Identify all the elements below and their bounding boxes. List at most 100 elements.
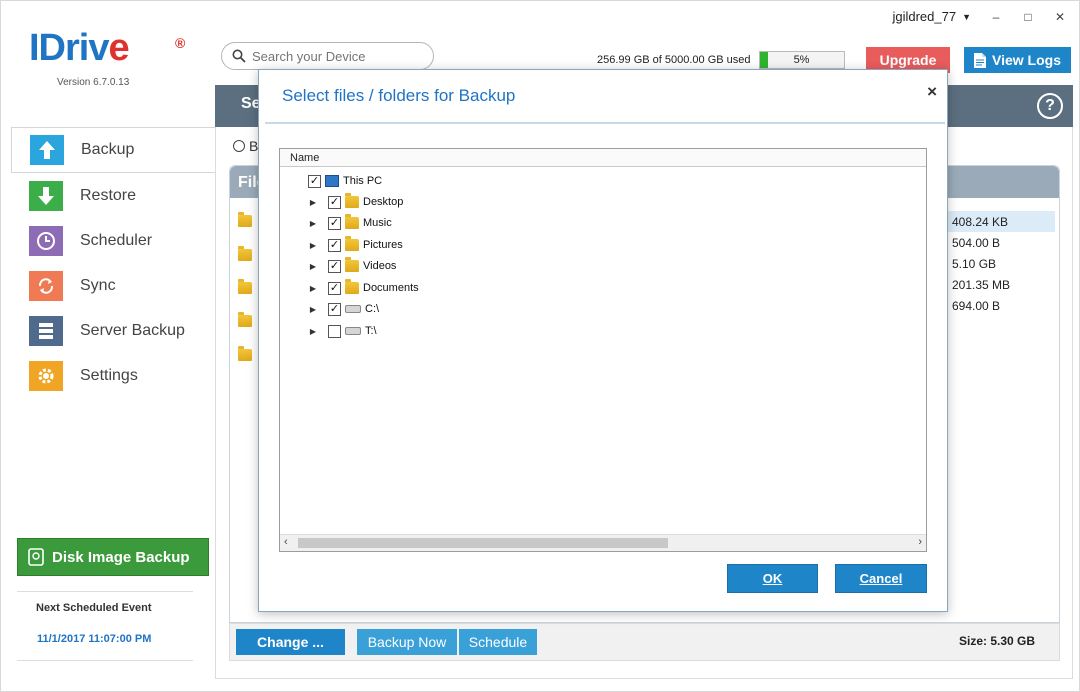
tree-item-videos[interactable]: ▶ ✓ Videos xyxy=(308,257,396,275)
settings-icon xyxy=(29,360,63,391)
scroll-right-icon[interactable]: › xyxy=(918,536,922,548)
tree-item-drive-c[interactable]: ▶ ✓ C:\ xyxy=(308,300,379,318)
scrollbar-thumb[interactable] xyxy=(298,538,668,548)
tree-item-label: Music xyxy=(363,217,392,229)
tree-item-music[interactable]: ▶ ✓ Music xyxy=(308,214,392,232)
folder-icon xyxy=(238,312,252,327)
chevron-down-icon: ▼ xyxy=(962,11,971,22)
column-header-name[interactable]: Name xyxy=(280,149,926,167)
folder-icon xyxy=(345,193,359,208)
minimize-button[interactable]: – xyxy=(989,10,1003,24)
divider xyxy=(17,591,193,592)
sidebar-item-settings[interactable]: Settings xyxy=(11,353,216,398)
sidebar: Backup Restore Scheduler Sync Server Bac… xyxy=(11,127,216,398)
size-cell[interactable]: 694.00 B xyxy=(947,295,1055,316)
folder-icon xyxy=(345,257,359,272)
size-cell[interactable]: 408.24 KB xyxy=(947,211,1055,232)
close-icon[interactable]: × xyxy=(927,82,937,102)
expand-arrow-icon[interactable]: ▶ xyxy=(308,219,318,228)
tree-item-label: T:\ xyxy=(365,325,377,337)
sidebar-item-label: Restore xyxy=(80,186,137,204)
tree-item-label: Pictures xyxy=(363,239,403,251)
sidebar-item-backup[interactable]: Backup xyxy=(11,127,216,173)
tree-item-label: Videos xyxy=(363,260,397,272)
expand-arrow-icon[interactable]: ▶ xyxy=(308,262,318,271)
tree-item-pictures[interactable]: ▶ ✓ Pictures xyxy=(308,236,403,254)
checkbox-drive-t[interactable] xyxy=(328,324,341,338)
cancel-button[interactable]: Cancel xyxy=(835,564,927,593)
drive-icon xyxy=(345,327,361,335)
view-logs-label: View Logs xyxy=(992,52,1061,68)
expand-arrow-icon[interactable]: ▶ xyxy=(308,241,318,250)
sidebar-item-sync[interactable]: Sync xyxy=(11,263,216,308)
expand-arrow-icon[interactable]: ▶ xyxy=(308,327,318,336)
restore-icon xyxy=(29,180,63,211)
tree-item-documents[interactable]: ▶ ✓ Documents xyxy=(308,279,419,297)
help-button[interactable]: ? xyxy=(1037,93,1063,119)
user-menu[interactable]: jgildred_77 ▼ xyxy=(892,9,971,24)
logo-wordmark: IDrive xyxy=(29,27,130,70)
checkbox-music[interactable]: ✓ xyxy=(328,216,341,230)
computer-icon xyxy=(325,175,339,187)
checkbox-drive-c[interactable]: ✓ xyxy=(328,302,341,316)
checkbox-documents[interactable]: ✓ xyxy=(328,281,341,295)
sidebar-item-label: Settings xyxy=(80,366,138,384)
maximize-button[interactable]: □ xyxy=(1021,10,1035,24)
backup-now-button[interactable]: Backup Now xyxy=(357,629,457,655)
usage-progress-bar: 5% xyxy=(758,51,845,69)
expand-arrow-icon[interactable]: ▶ xyxy=(308,198,318,207)
sidebar-item-server-backup[interactable]: Server Backup xyxy=(11,308,216,353)
next-scheduled-event-date[interactable]: 11/1/2017 11:07:00 PM xyxy=(37,633,151,645)
sync-icon xyxy=(29,270,63,301)
view-logs-button[interactable]: View Logs xyxy=(964,47,1071,73)
folder-icon xyxy=(345,214,359,229)
expand-arrow-icon[interactable]: ▶ xyxy=(308,305,318,314)
close-window-button[interactable]: ✕ xyxy=(1053,10,1067,24)
device-search[interactable] xyxy=(221,42,434,70)
tree-item-label: Desktop xyxy=(363,196,404,208)
size-cell[interactable]: 504.00 B xyxy=(947,232,1055,253)
select-files-dialog: Select files / folders for Backup × Name… xyxy=(258,69,948,612)
size-cell[interactable]: 5.10 GB xyxy=(947,253,1055,274)
checkbox-videos[interactable]: ✓ xyxy=(328,259,341,273)
usage-text: 256.99 GB of 5000.00 GB used xyxy=(597,54,751,66)
size-cell[interactable]: 201.35 MB xyxy=(947,274,1055,295)
usage-percent: 5% xyxy=(793,54,810,66)
tree-item-label: Documents xyxy=(363,282,419,294)
title-bar-controls: jgildred_77 ▼ – □ ✕ xyxy=(892,9,1067,24)
size-column: 408.24 KB 504.00 B 5.10 GB 201.35 MB 694… xyxy=(947,211,1055,316)
idrive-logo: IDrive ® Version 6.7.0.13 xyxy=(29,21,199,91)
logo-lock-e: e xyxy=(108,27,129,69)
sidebar-item-label: Server Backup xyxy=(80,321,185,339)
divider xyxy=(17,660,193,661)
change-button[interactable]: Change ... xyxy=(236,629,345,655)
scroll-left-icon[interactable]: ‹ xyxy=(284,536,288,548)
checkbox-desktop[interactable]: ✓ xyxy=(328,195,341,209)
ok-button[interactable]: OK xyxy=(727,564,818,593)
folder-icon xyxy=(238,212,252,227)
sidebar-item-restore[interactable]: Restore xyxy=(11,173,216,218)
horizontal-scrollbar[interactable]: ‹ › xyxy=(280,534,926,551)
checkbox-pictures[interactable]: ✓ xyxy=(328,238,341,252)
sidebar-item-label: Scheduler xyxy=(80,231,153,249)
dialog-title: Select files / folders for Backup xyxy=(282,86,516,105)
schedule-button[interactable]: Schedule xyxy=(459,629,537,655)
tree-item-drive-t[interactable]: ▶ T:\ xyxy=(308,322,377,340)
backup-mode-radio[interactable]: B xyxy=(233,138,258,154)
tree-item-desktop[interactable]: ▶ ✓ Desktop xyxy=(308,193,403,211)
sidebar-item-label: Sync xyxy=(80,276,116,294)
radio-icon xyxy=(233,140,245,152)
checkbox-this-pc[interactable]: ✓ xyxy=(308,174,321,188)
logo-brand: IDriv xyxy=(29,27,109,69)
tree-item-label: This PC xyxy=(343,175,383,187)
backup-icon xyxy=(30,135,64,165)
tree-item-this-pc[interactable]: ✓ This PC xyxy=(308,172,382,190)
expand-arrow-icon[interactable]: ▶ xyxy=(308,284,318,293)
registered-mark: ® xyxy=(175,35,186,51)
tree-item-label: C:\ xyxy=(365,303,380,315)
folder-icon xyxy=(345,279,359,294)
sidebar-item-scheduler[interactable]: Scheduler xyxy=(11,218,216,263)
disk-image-backup-button[interactable]: Disk Image Backup xyxy=(17,538,209,576)
radio-label: B xyxy=(249,138,259,154)
search-input[interactable] xyxy=(252,48,422,64)
